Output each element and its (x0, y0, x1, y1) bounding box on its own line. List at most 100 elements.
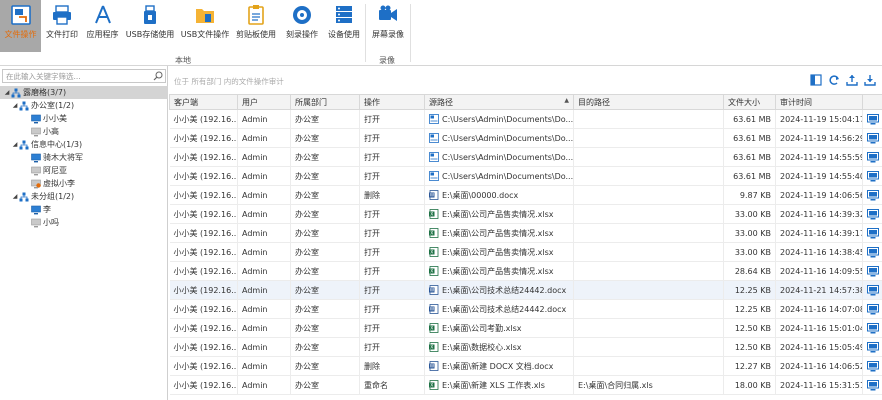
cell-user: Admin (237, 318, 291, 338)
ribbon-button-printer[interactable]: 文件打印 (42, 0, 82, 52)
search-icon[interactable] (153, 71, 163, 81)
source-path-text: E:\桌面\公司产品售卖情况.xlsx (442, 247, 554, 257)
screen-snapshot-icon[interactable] (867, 132, 879, 144)
ribbon-button-app-store[interactable]: 应用程序 (84, 0, 121, 52)
expand-toggle-icon[interactable]: ◢ (11, 193, 19, 200)
ribbon-button-file-operation[interactable]: 文件操作 (0, 0, 41, 52)
screen-snapshot-icon[interactable] (867, 265, 879, 277)
screen-snapshot-icon[interactable] (867, 284, 879, 296)
screen-snapshot-icon[interactable] (867, 341, 879, 353)
export-icon[interactable] (846, 74, 858, 86)
cell-source-path: X E:\桌面\新建 XLS 工作表.xls (424, 375, 574, 395)
cell-source-path: X E:\桌面\公司考勤.xlsx (424, 318, 574, 338)
expand-toggle-icon[interactable]: ◢ (3, 89, 11, 96)
col-file-size[interactable]: 文件大小 (723, 94, 776, 110)
cell-operation: 删除 (359, 185, 425, 205)
svg-text:W: W (430, 287, 435, 293)
col-operation[interactable]: 操作 (359, 94, 425, 110)
col-dept[interactable]: 所属部门 (290, 94, 360, 110)
filter-search-input[interactable]: 在此输入关键字筛选... (2, 69, 166, 83)
col-user[interactable]: 用户 (237, 94, 291, 110)
tree-group-node[interactable]: ◢ 露磨格(3/7) (0, 86, 168, 99)
tree-computer-node[interactable]: 阿尼亚 (23, 164, 67, 177)
tree-computer-node[interactable]: 李 (23, 203, 51, 216)
table-row[interactable]: 小小美 (192.16... Admin 办公室 打开 X E:\桌面\公司考勤.xlsx… (169, 318, 882, 338)
table-row[interactable]: 小小美 (192.16... Admin 办公室 打开 X E:\桌面\数据校心.xlsx… (169, 337, 882, 357)
table-row[interactable]: 小小美 (192.16... Admin 办公室 打开 X E:\桌面\公司产品售卖情况.… (169, 223, 882, 243)
columns-icon[interactable] (810, 74, 822, 86)
ribbon-button-clipboard[interactable]: 剪贴板使用 (233, 0, 279, 52)
col-source-path[interactable]: 源路径 ▲ (424, 94, 574, 110)
screen-snapshot-icon[interactable] (867, 113, 879, 125)
cell-dept: 办公室 (290, 166, 360, 186)
svg-text:W: W (430, 192, 435, 198)
cell-user: Admin (237, 242, 291, 262)
table-row[interactable]: 小小美 (192.16... Admin 办公室 删除 W E:\桌面\00000.doc… (169, 185, 882, 205)
cell-screen (862, 128, 882, 148)
tree-computer-node[interactable]: 小吗 (23, 216, 59, 229)
cell-source-path: W E:\桌面\公司技术总结24442.docx (424, 280, 574, 300)
screen-snapshot-icon[interactable] (867, 303, 879, 315)
screen-snapshot-icon[interactable] (867, 379, 879, 391)
tree-group-node[interactable]: ◢ 办公室(1/2) (11, 99, 74, 112)
expand-toggle-icon[interactable]: ◢ (11, 141, 19, 148)
col-audit-time[interactable]: 审计时间 (775, 94, 863, 110)
table-row[interactable]: 小小美 (192.16... Admin 办公室 打开 X E:\桌面\公司产品售卖情况.… (169, 242, 882, 262)
table-row[interactable]: 小小美 (192.16... Admin 办公室 打开 W E:\桌面\公司技术总结244… (169, 299, 882, 319)
cell-dept: 办公室 (290, 375, 360, 395)
cell-dept: 办公室 (290, 128, 360, 148)
col-client[interactable]: 客户端 (169, 94, 238, 110)
cell-audit-time: 2024-11-16 14:38:45 (775, 242, 863, 262)
screen-snapshot-icon[interactable] (867, 208, 879, 220)
screen-snapshot-icon[interactable] (867, 170, 879, 182)
refresh-icon[interactable] (828, 74, 840, 86)
col-dest-path[interactable]: 目的路径 (573, 94, 724, 110)
screen-snapshot-icon[interactable] (867, 227, 879, 239)
cell-file-size: 63.61 MB (723, 166, 776, 186)
screen-snapshot-icon[interactable] (867, 360, 879, 372)
table-row[interactable]: 小小美 (192.16... Admin 办公室 打开 X E:\桌面\公司产品售卖情况.… (169, 261, 882, 281)
cell-screen (862, 223, 882, 243)
ribbon-button-disc-burn[interactable]: 刻录操作 (282, 0, 322, 52)
download-icon[interactable] (864, 74, 876, 86)
screen-snapshot-icon[interactable] (867, 151, 879, 163)
cell-dest-path (573, 261, 724, 281)
screen-snapshot-icon[interactable] (867, 246, 879, 258)
tree-computer-node[interactable]: 骑木大将军 (23, 151, 83, 164)
cell-dept: 办公室 (290, 185, 360, 205)
tree-computer-node[interactable]: 小小美 (23, 112, 67, 125)
source-path-text: E:\桌面\公司产品售卖情况.xlsx (442, 209, 554, 219)
table-row[interactable]: 小小美 (192.16... Admin 办公室 打开 X E:\桌面\公司产品售卖情况.… (169, 204, 882, 224)
table-row[interactable]: 小小美 (192.16... Admin 办公室 删除 W E:\桌面\新建 DOCX 文… (169, 356, 882, 376)
cell-client: 小小美 (192.16... (169, 261, 238, 281)
ribbon-button-usb-file[interactable]: USB文件操作 (179, 0, 231, 52)
cell-audit-time: 2024-11-16 14:39:32 (775, 204, 863, 224)
table-row[interactable]: 小小美 (192.16... Admin 办公室 重命名 X E:\桌面\新建 XLS 工… (169, 375, 882, 395)
table-row[interactable]: 小小美 (192.16... Admin 办公室 打开 C:\Users\Admin\D… (169, 166, 882, 186)
cell-screen (862, 337, 882, 357)
tree-group-node[interactable]: ◢ 信息中心(1/3) (11, 138, 82, 151)
cell-dest-path (573, 204, 724, 224)
cell-screen (862, 166, 882, 186)
source-path-text: E:\桌面\公司技术总结24442.docx (442, 285, 567, 295)
cell-dept: 办公室 (290, 299, 360, 319)
tree-computer-node[interactable]: 小高 (23, 125, 59, 138)
computer-online-icon (31, 205, 41, 215)
table-row[interactable]: 小小美 (192.16... Admin 办公室 打开 C:\Users\Admin\D… (169, 128, 882, 148)
cell-dept: 办公室 (290, 261, 360, 281)
screen-snapshot-icon[interactable] (867, 322, 879, 334)
ribbon-button-usb-storage[interactable]: USB存储使用 (123, 0, 177, 52)
table-row[interactable]: 小小美 (192.16... Admin 办公室 打开 C:\Users\Admin\D… (169, 109, 882, 129)
svg-text:X: X (430, 230, 433, 236)
ribbon-button-device[interactable]: 设备使用 (324, 0, 364, 52)
ribbon-button-screen-record[interactable]: 屏幕录像 (368, 0, 408, 52)
cell-client: 小小美 (192.16... (169, 166, 238, 186)
tree-group-node[interactable]: ◢ 未分组(1/2) (11, 190, 74, 203)
source-path-text: E:\桌面\新建 DOCX 文档.docx (442, 361, 554, 371)
screen-record-icon (377, 4, 399, 26)
table-row[interactable]: 小小美 (192.16... Admin 办公室 打开 W E:\桌面\公司技术总结244… (169, 280, 882, 300)
tree-computer-node[interactable]: 虚拟小李 (23, 177, 75, 190)
expand-toggle-icon[interactable]: ◢ (11, 102, 19, 109)
screen-snapshot-icon[interactable] (867, 189, 879, 201)
table-row[interactable]: 小小美 (192.16... Admin 办公室 打开 C:\Users\Admin\D… (169, 147, 882, 167)
